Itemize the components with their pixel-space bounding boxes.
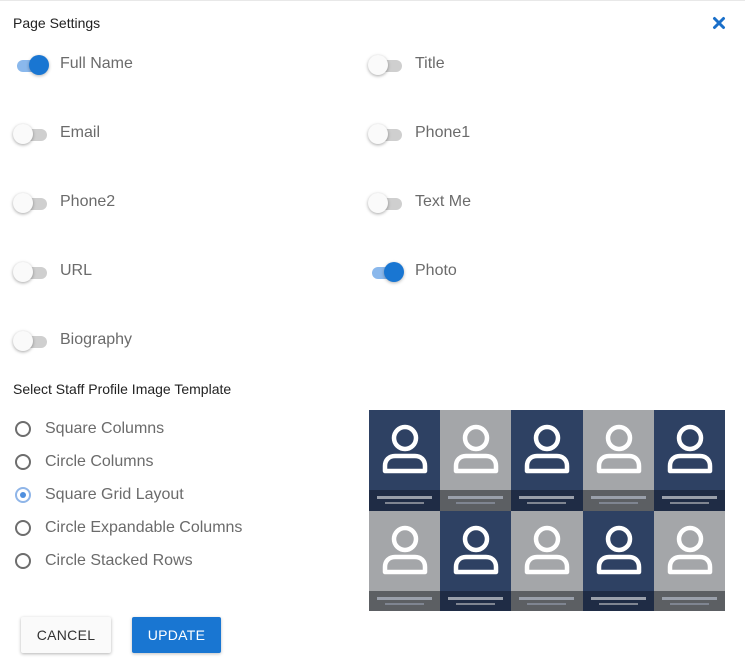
preview-tile xyxy=(369,410,441,511)
radio-button[interactable] xyxy=(15,454,31,470)
cancel-button[interactable]: CANCEL xyxy=(21,617,111,653)
toggle-switch[interactable] xyxy=(13,260,49,284)
template-preview-image xyxy=(369,410,725,611)
radio-button[interactable] xyxy=(15,487,31,503)
toggle-label: URL xyxy=(60,262,93,279)
toggle-switch[interactable] xyxy=(368,122,404,146)
toggle-url[interactable]: URL xyxy=(13,260,92,284)
radio-label: Circle Stacked Rows xyxy=(45,552,193,569)
radio-label: Square Grid Layout xyxy=(45,486,184,503)
person-icon xyxy=(382,424,428,474)
person-icon xyxy=(667,424,713,474)
toggle-title[interactable]: Title xyxy=(368,53,445,77)
close-icon[interactable] xyxy=(712,16,726,30)
preview-tile xyxy=(653,410,725,511)
toggle-text-me[interactable]: Text Me xyxy=(368,191,471,215)
preview-tile xyxy=(440,410,512,511)
toggle-switch[interactable] xyxy=(368,191,404,215)
toggle-switch[interactable] xyxy=(368,53,404,77)
preview-tile xyxy=(511,410,583,511)
toggle-email[interactable]: Email xyxy=(13,122,100,146)
preview-tile xyxy=(511,510,583,611)
toggle-label: Photo xyxy=(415,262,457,279)
preview-tile xyxy=(582,410,654,511)
preview-tile xyxy=(369,510,441,611)
template-section-label: Select Staff Profile Image Template xyxy=(13,381,232,397)
toggle-switch[interactable] xyxy=(13,329,49,353)
toggle-phone2[interactable]: Phone2 xyxy=(13,191,115,215)
toggle-label: Phone1 xyxy=(415,124,471,141)
radio-label: Circle Columns xyxy=(45,453,154,470)
update-button[interactable]: UPDATE xyxy=(132,617,221,653)
toggle-biography[interactable]: Biography xyxy=(13,329,132,353)
preview-tile xyxy=(582,510,654,611)
radio-label: Square Columns xyxy=(45,420,165,437)
person-icon xyxy=(453,424,499,474)
person-icon xyxy=(667,525,713,574)
radio-label: Circle Expandable Columns xyxy=(45,519,243,536)
radio-button[interactable] xyxy=(15,520,31,536)
toggle-label: Full Name xyxy=(60,55,133,72)
person-icon xyxy=(382,525,428,574)
toggle-label: Phone2 xyxy=(60,193,116,210)
toggle-label: Biography xyxy=(60,331,133,348)
preview-tile xyxy=(653,510,725,611)
toggle-switch[interactable] xyxy=(13,122,49,146)
toggle-phone1[interactable]: Phone1 xyxy=(368,122,470,146)
toggle-label: Email xyxy=(60,124,101,141)
dialog-title: Page Settings xyxy=(13,15,101,31)
toggle-photo[interactable]: Photo xyxy=(368,260,457,284)
toggle-switch[interactable] xyxy=(368,260,404,284)
toggle-label: Title xyxy=(415,55,445,72)
person-icon xyxy=(596,424,641,474)
toggle-full-name[interactable]: Full Name xyxy=(13,53,133,77)
person-icon xyxy=(525,424,570,474)
preview-tile xyxy=(440,510,512,611)
person-icon xyxy=(453,525,499,574)
person-icon xyxy=(525,525,570,574)
person-icon xyxy=(596,525,641,574)
radio-button[interactable] xyxy=(15,421,31,437)
toggle-switch[interactable] xyxy=(13,53,49,77)
radio-button[interactable] xyxy=(15,553,31,569)
toggle-label: Text Me xyxy=(415,193,472,210)
toggle-switch[interactable] xyxy=(13,191,49,215)
page-settings-dialog: Page Settings Full Name Title Email Phon… xyxy=(0,0,745,666)
